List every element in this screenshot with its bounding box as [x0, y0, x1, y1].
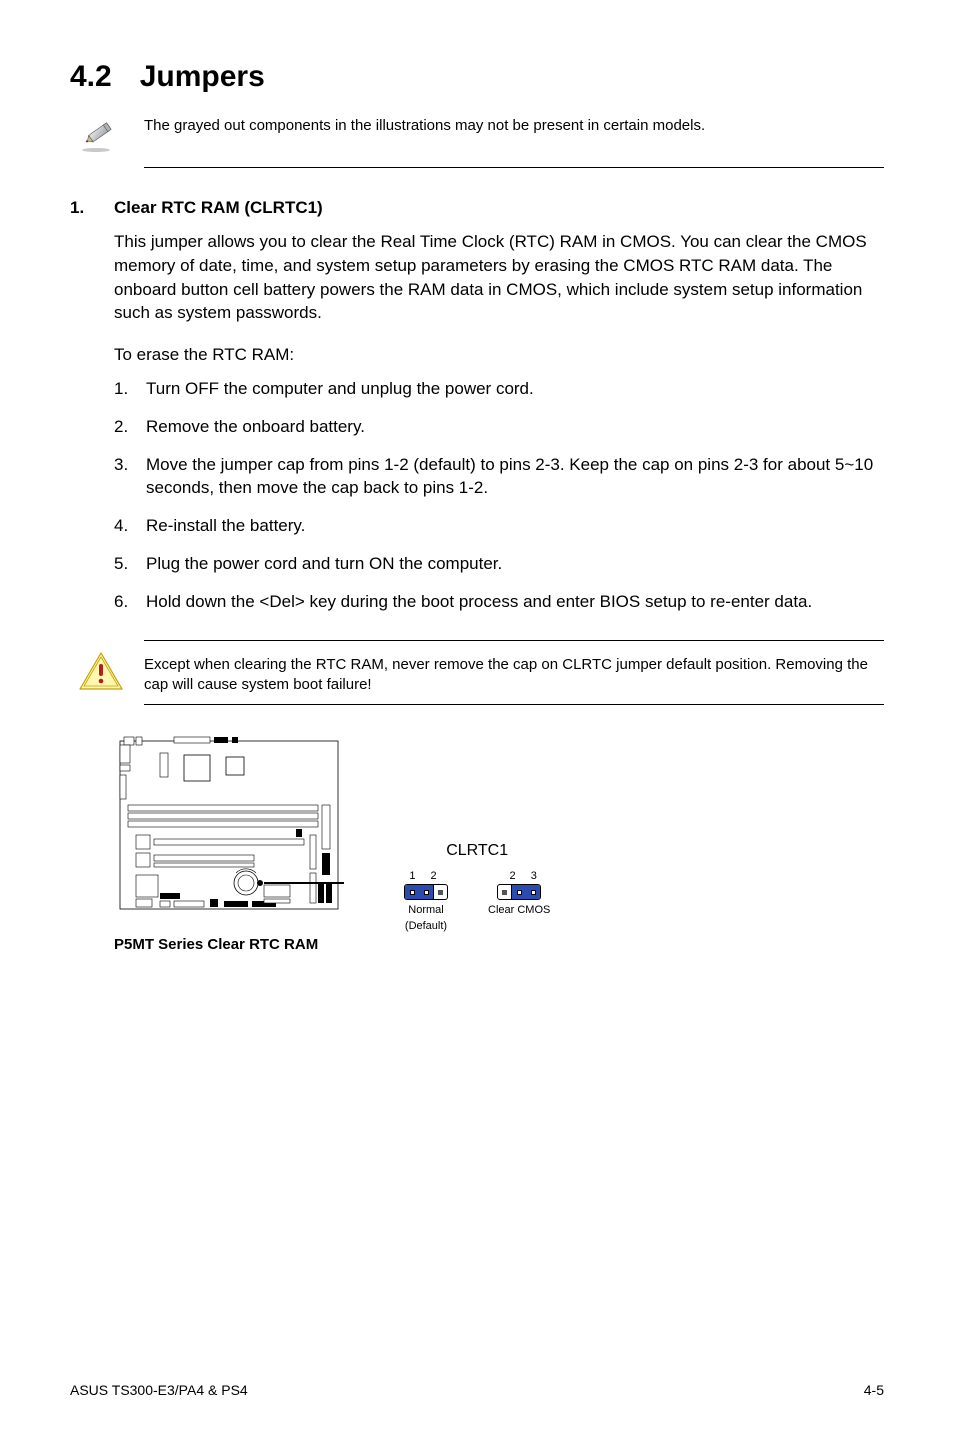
pin-numbers: 1 2 — [409, 870, 442, 882]
section-number: 4.2 — [70, 60, 112, 93]
step-number: 6. — [114, 590, 146, 614]
step-item: 4.Re-install the battery. — [114, 514, 884, 538]
divider — [144, 640, 884, 641]
divider — [144, 704, 884, 705]
pin-block-icon — [497, 884, 541, 900]
step-number: 4. — [114, 514, 146, 538]
pin-numbers: 2 3 — [496, 870, 543, 882]
step-number: 1. — [114, 377, 146, 401]
footer-left: ASUS TS300-E3/PA4 & PS4 — [70, 1382, 248, 1398]
pin-block-icon — [404, 884, 448, 900]
jumper-position-diagram: CLRTC1 1 2 Normal (Default) 2 3 — [404, 842, 550, 932]
note-text: The grayed out components in the illustr… — [144, 114, 884, 136]
step-item: 2.Remove the onboard battery. — [114, 415, 884, 439]
step-text: Re-install the battery. — [146, 514, 884, 538]
step-number: 5. — [114, 552, 146, 576]
jumper-position-normal: 1 2 Normal (Default) — [404, 870, 448, 932]
step-item: 5.Plug the power cord and turn ON the co… — [114, 552, 884, 576]
item-number: 1. — [70, 198, 114, 218]
step-text: Remove the onboard battery. — [146, 415, 884, 439]
jumper-sublabel: (Default) — [405, 920, 447, 932]
warning-text: Except when clearing the RTC RAM, never … — [144, 651, 884, 696]
step-number: 2. — [114, 415, 146, 439]
step-item: 3.Move the jumper cap from pins 1-2 (def… — [114, 453, 884, 501]
jumper-name: CLRTC1 — [404, 842, 550, 860]
diagram-caption: P5MT Series Clear RTC RAM — [114, 936, 344, 953]
erase-lead: To erase the RTC RAM: — [114, 343, 884, 367]
jumper-label: Normal — [408, 904, 443, 916]
warning-icon — [78, 651, 124, 698]
step-item: 6.Hold down the <Del> key during the boo… — [114, 590, 884, 614]
step-text: Turn OFF the computer and unplug the pow… — [146, 377, 884, 401]
step-text: Move the jumper cap from pins 1-2 (defau… — [146, 453, 884, 501]
steps-list: 1.Turn OFF the computer and unplug the p… — [114, 377, 884, 614]
item-paragraph: This jumper allows you to clear the Real… — [114, 230, 884, 325]
step-text: Plug the power cord and turn ON the comp… — [146, 552, 884, 576]
pencil-icon — [78, 114, 124, 159]
jumper-label: Clear CMOS — [488, 904, 550, 916]
step-item: 1.Turn OFF the computer and unplug the p… — [114, 377, 884, 401]
section-title-text: Jumpers — [140, 60, 265, 93]
item-title: Clear RTC RAM (CLRTC1) — [114, 198, 323, 218]
section-heading: 4.2 Jumpers — [70, 60, 884, 94]
divider — [144, 167, 884, 168]
jumper-position-clear: 2 3 Clear CMOS — [488, 870, 550, 932]
motherboard-diagram — [114, 735, 344, 930]
footer-right: 4-5 — [864, 1382, 884, 1398]
step-number: 3. — [114, 453, 146, 501]
step-text: Hold down the <Del> key during the boot … — [146, 590, 884, 614]
